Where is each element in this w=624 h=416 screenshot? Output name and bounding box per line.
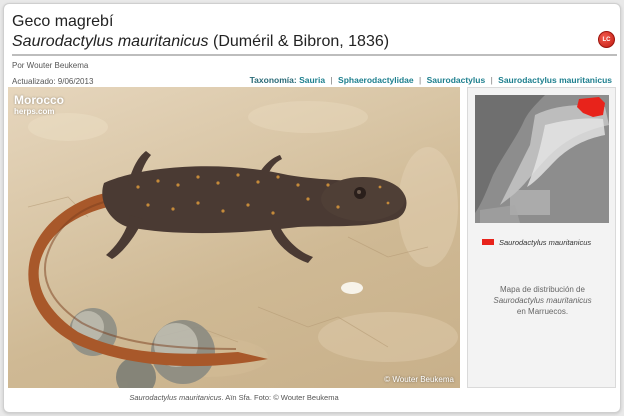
caption-credit: . Aïn Sfa. Foto: © Wouter Beukema (221, 393, 339, 402)
legend-label: Saurodactylus mauritanicus (499, 238, 592, 247)
scientific-name: Saurodactylus mauritanicus (12, 33, 209, 50)
taxonomy-separator: | (490, 75, 493, 85)
map-desc-scientific-name: Saurodactylus mauritanicus (493, 296, 592, 305)
distribution-map-panel: Saurodactylus mauritanicus Mapa de distr… (467, 87, 616, 388)
distribution-map[interactable] (475, 95, 609, 223)
legend-swatch (482, 239, 494, 245)
taxonomy-separator: | (330, 75, 333, 85)
conservation-status-badge[interactable]: LC (598, 31, 615, 48)
map-legend: Saurodactylus mauritanicus (482, 238, 591, 247)
taxonomy-link-genus[interactable]: Saurodactylus (427, 75, 486, 85)
header-divider (12, 54, 617, 56)
scientific-name-heading: Saurodactylus mauritanicus (Duméril & Bi… (12, 32, 389, 52)
site-logo: Morocco herps.com (14, 93, 65, 117)
taxonomy-separator: | (419, 75, 422, 85)
taxonomy-link-species[interactable]: Saurodactylus mauritanicus (498, 75, 612, 85)
author-text: Por Wouter Beukema (12, 61, 89, 70)
taxonomy-link-family[interactable]: Sphaerodactylidae (338, 75, 414, 85)
gecko-photo-illustration (27, 101, 458, 388)
logo-line-2: herps.com (14, 107, 55, 116)
photo-watermark: © Wouter Beukema (384, 375, 454, 384)
map-desc-line-1: Mapa de distribución de (500, 285, 585, 294)
common-name-title: Geco magrebí (12, 13, 114, 30)
species-photo[interactable]: Morocco herps.com © Wouter Beukema (8, 87, 460, 388)
caption-scientific-name: Saurodactylus mauritanicus (129, 393, 222, 402)
authority: (Duméril & Bibron, 1836) (213, 33, 390, 50)
map-desc-line-3: en Marruecos. (516, 307, 569, 316)
logo-line-1: Morocco (14, 93, 65, 107)
taxonomy-label: Taxonomía: (249, 75, 297, 85)
map-description: Mapa de distribución de Saurodactylus ma… (476, 284, 609, 317)
taxonomy-link-order[interactable]: Sauria (299, 75, 325, 85)
taxonomy-breadcrumb: Taxonomía: Sauria | Sphaerodactylidae | … (250, 75, 612, 85)
morocco-map-graphic (475, 95, 609, 223)
photo-caption: Saurodactylus mauritanicus. Aïn Sfa. Fot… (8, 393, 460, 402)
updated-date: Actualizado: 9/06/2013 (12, 77, 94, 86)
